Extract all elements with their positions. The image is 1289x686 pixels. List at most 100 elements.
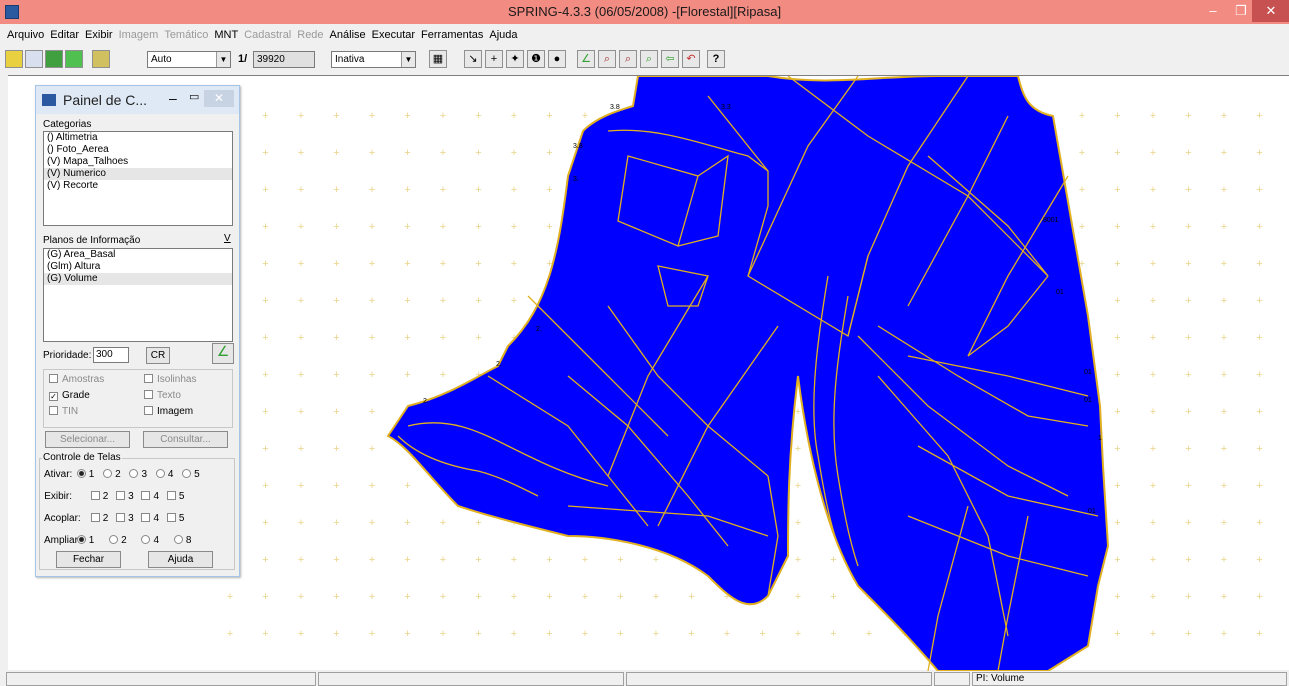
grid-cross: + [1221, 406, 1227, 418]
grid-cross: + [440, 258, 446, 270]
imagem-check[interactable]: Imagem [144, 406, 193, 417]
ampliar-radio-1[interactable] [76, 535, 86, 544]
grid-cross: + [369, 480, 375, 492]
panel-close-button[interactable]: ✕ [204, 90, 234, 107]
layers-icon[interactable] [45, 50, 63, 68]
categorias-list[interactable]: () Altimetria () Foto_Aerea (V) Mapa_Tal… [43, 131, 233, 226]
scale-input[interactable]: 39920 [253, 51, 315, 68]
tin-check[interactable]: TIN [49, 406, 78, 417]
ampliar-radio-2[interactable] [109, 535, 119, 544]
menu-mnt[interactable]: MNT [214, 26, 238, 44]
zoom-in-icon[interactable]: ⌕ [598, 50, 616, 68]
list-item[interactable]: () Foto_Aerea [44, 144, 232, 156]
pan-icon[interactable]: ↘ [464, 50, 482, 68]
list-item[interactable]: () Altimetria [44, 132, 232, 144]
paint-icon[interactable]: ● [548, 50, 566, 68]
menu-editar[interactable]: Editar [50, 26, 79, 44]
grid-cross: + [1185, 258, 1191, 270]
grid-cross: + [1079, 110, 1085, 122]
grid-cross: + [333, 443, 339, 455]
list-item[interactable]: (V) Numerico [44, 168, 232, 180]
ativar-radio-2[interactable] [103, 469, 113, 478]
refresh-icon[interactable]: ✦ [506, 50, 524, 68]
cursor-icon[interactable]: + [485, 50, 503, 68]
isolinhas-check[interactable]: Isolinhas [144, 374, 196, 385]
map-label: 3.3 [721, 104, 731, 111]
planos-flag[interactable]: V [224, 233, 231, 244]
help-icon[interactable]: ? [707, 50, 725, 68]
map-label: 2. [496, 361, 502, 368]
grid-cross: + [333, 554, 339, 566]
panel-minimize-button[interactable]: – [169, 90, 177, 106]
menu-imagem[interactable]: Imagem [119, 26, 159, 44]
line-icon[interactable]: ∠ [577, 50, 595, 68]
minimize-button[interactable]: – [1198, 0, 1228, 22]
menu-ajuda[interactable]: Ajuda [489, 26, 517, 44]
menu-exibir[interactable]: Exibir [85, 26, 113, 44]
grid-cross: + [546, 221, 552, 233]
exibir-check-2[interactable] [90, 491, 100, 500]
acoplar-check-2[interactable] [90, 513, 100, 522]
planos-list[interactable]: (G) Area_Basal (Glm) Altura (G) Volume [43, 248, 233, 342]
menu-rede[interactable]: Rede [297, 26, 323, 44]
database-icon[interactable] [5, 50, 23, 68]
ativar-radio-5[interactable] [182, 469, 192, 478]
selecionar-button[interactable]: Selecionar... [45, 431, 130, 448]
panel-maximize-button[interactable]: ▭ [189, 90, 199, 103]
panel-title-bar[interactable]: Painel de C... – ▭ ✕ [36, 86, 239, 114]
menu-analise[interactable]: Análise [330, 26, 366, 44]
image-icon[interactable]: ▦ [429, 50, 447, 68]
grid-cross: + [1114, 258, 1120, 270]
menu-arquivo[interactable]: Arquivo [7, 26, 44, 44]
ativar-radio-1[interactable] [76, 469, 86, 478]
grid-cross: + [1150, 147, 1156, 159]
acoplar-check-4[interactable] [141, 513, 151, 522]
undo-icon[interactable]: ↶ [682, 50, 700, 68]
prioridade-input[interactable]: 300 [93, 347, 129, 363]
texto-check[interactable]: Texto [144, 390, 181, 401]
ativar-radio-3[interactable] [129, 469, 139, 478]
grid-cross: + [262, 147, 268, 159]
zoom-out-icon[interactable]: ⌕ [619, 50, 637, 68]
chevron-down-icon: ▼ [401, 52, 415, 67]
acoplar-check-3[interactable] [116, 513, 126, 522]
grade-check[interactable]: ✓ Grade [49, 390, 90, 401]
chart-icon[interactable] [92, 50, 110, 68]
menu-executar[interactable]: Executar [372, 26, 415, 44]
amostras-check[interactable]: Amostras [49, 374, 104, 385]
menu-tematico[interactable]: Temático [164, 26, 208, 44]
ampliar-radio-8[interactable] [173, 535, 183, 544]
color-pencil-icon[interactable]: ∠ [212, 343, 234, 364]
list-item[interactable]: (G) Volume [44, 273, 232, 285]
ajuda-button[interactable]: Ajuda [148, 551, 213, 568]
project-icon[interactable] [25, 50, 43, 68]
menu-ferramentas[interactable]: Ferramentas [421, 26, 483, 44]
grid-cross: + [653, 628, 659, 640]
list-item[interactable]: (G) Area_Basal [44, 249, 232, 261]
exibir-check-3[interactable] [116, 491, 126, 500]
mode-select[interactable]: Inativa ▼ [331, 51, 416, 68]
menu-cadastral[interactable]: Cadastral [244, 26, 291, 44]
cr-button[interactable]: CR [146, 347, 170, 364]
exibir-check-5[interactable] [166, 491, 176, 500]
info-icon[interactable]: ❶ [527, 50, 545, 68]
draw-icon[interactable] [65, 50, 83, 68]
ativar-radio-4[interactable] [155, 469, 165, 478]
list-item[interactable]: (V) Recorte [44, 180, 232, 192]
back-icon[interactable]: ⇦ [661, 50, 679, 68]
grid-cross: + [298, 628, 304, 640]
list-item[interactable]: (V) Mapa_Talhoes [44, 156, 232, 168]
grid-cross: + [724, 628, 730, 640]
grid-cross: + [795, 443, 801, 455]
fechar-button[interactable]: Fechar [56, 551, 121, 568]
consultar-button[interactable]: Consultar... [143, 431, 228, 448]
zoom-area-icon[interactable]: ⌕ [640, 50, 658, 68]
grid-cross: + [333, 295, 339, 307]
list-item[interactable]: (Glm) Altura [44, 261, 232, 273]
grid-cross: + [404, 221, 410, 233]
ampliar-radio-4[interactable] [141, 535, 151, 544]
close-button[interactable]: ✕ [1252, 0, 1289, 22]
zoom-mode-select[interactable]: Auto ▼ [147, 51, 231, 68]
exibir-check-4[interactable] [141, 491, 151, 500]
acoplar-check-5[interactable] [166, 513, 176, 522]
